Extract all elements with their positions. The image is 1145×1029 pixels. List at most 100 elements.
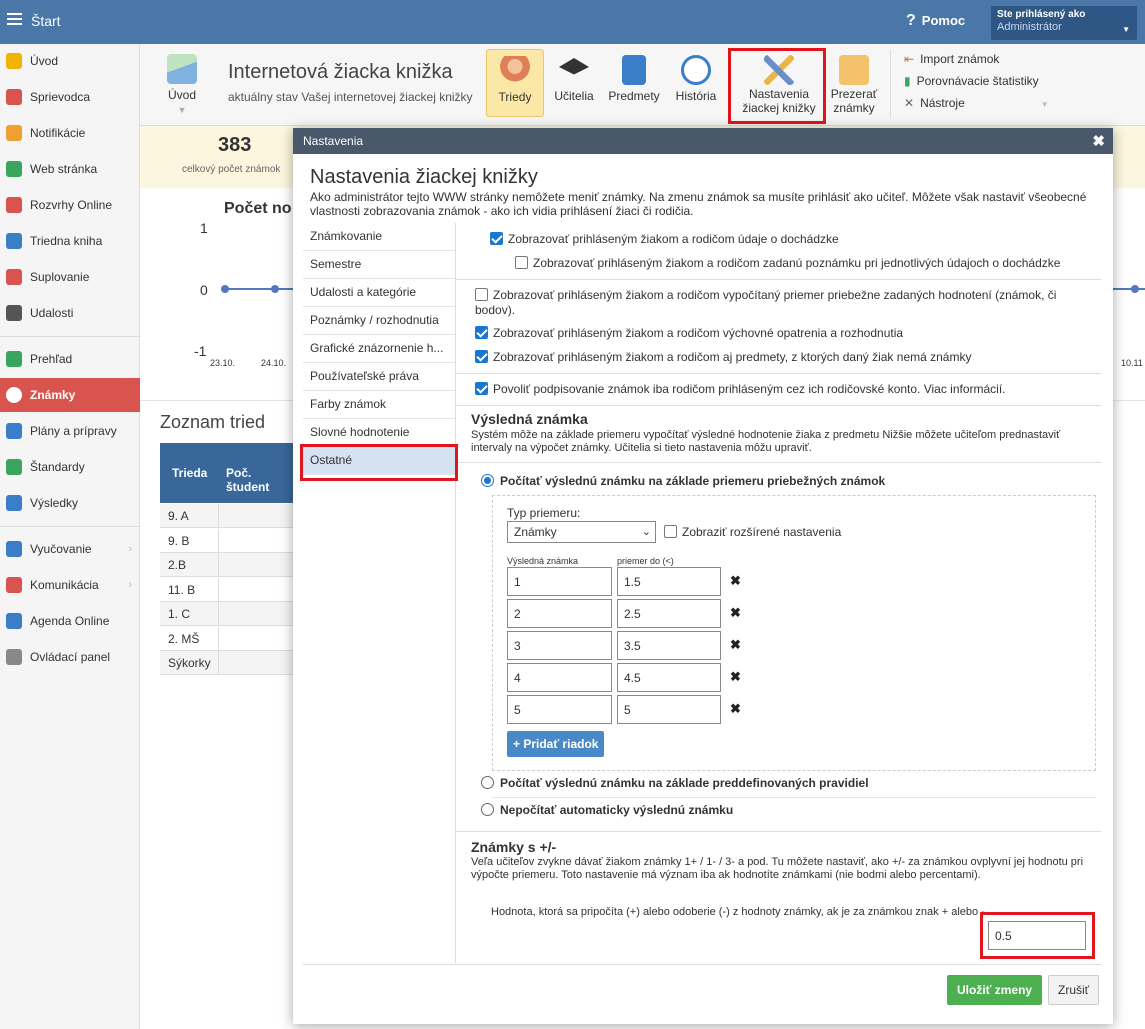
predmety-button[interactable]: Predmety — [606, 55, 662, 103]
help-link[interactable]: ? Pomoc — [906, 12, 965, 30]
settings-nav-item[interactable]: Používateľské práva — [303, 363, 456, 391]
save-button[interactable]: Uložiť zmeny — [947, 975, 1043, 1005]
sidebar-item[interactable]: Rozvrhy Online — [0, 188, 140, 222]
average-threshold-input[interactable]: 2.5 — [617, 599, 721, 628]
sidebar-item[interactable]: Triedna kniha — [0, 224, 140, 258]
checkbox[interactable] — [475, 382, 488, 395]
settings-nav-item[interactable]: Udalosti a kategórie — [303, 279, 456, 307]
checkbox[interactable] — [475, 288, 488, 301]
sidebar-item[interactable]: Agenda Online — [0, 604, 140, 638]
cb-poznamka[interactable]: Zobrazovať prihláseným žiakom a rodičom … — [515, 256, 1060, 271]
help-icon: ? — [906, 12, 916, 29]
remove-row-icon[interactable]: ✖ — [730, 701, 741, 717]
radio-priemer[interactable]: Počítať výslednú známku na základe priem… — [481, 474, 885, 489]
import-znamok-link[interactable]: ⇤ Import známok — [904, 52, 999, 66]
nastroje-link[interactable]: ✕ Nástroje ▼ — [904, 96, 1049, 110]
remove-row-icon[interactable]: ✖ — [730, 669, 741, 685]
sidebar-item[interactable]: Suplovanie — [0, 260, 140, 294]
sidebar-item[interactable]: Ovládací panel — [0, 640, 140, 674]
user-label: Ste prihlásený ako — [997, 9, 1086, 20]
add-row-button[interactable]: + Pridať riadok — [507, 731, 605, 757]
sidebar-item[interactable]: Vyučovanie › — [0, 532, 140, 566]
cb-opatrenia[interactable]: Zobrazovať prihláseným žiakom a rodičom … — [475, 326, 903, 341]
average-threshold-input[interactable]: 1.5 — [617, 567, 721, 596]
menu-icon[interactable] — [7, 13, 22, 25]
remove-row-icon[interactable]: ✖ — [730, 605, 741, 621]
divider — [303, 964, 1101, 965]
home-button[interactable]: Úvod ▼ — [162, 54, 202, 116]
cancel-button[interactable]: Zrušiť — [1048, 975, 1100, 1005]
sidebar-item[interactable]: Sprievodca — [0, 80, 140, 114]
close-icon[interactable]: ✖ — [1092, 132, 1105, 150]
cb-predmety[interactable]: Zobrazovať prihláseným žiakom a rodičom … — [475, 350, 971, 365]
settings-dialog: Nastavenia ✖ Nastavenia žiackej knižky A… — [293, 128, 1113, 1024]
table-row[interactable]: 11. B — [160, 577, 293, 602]
table-row[interactable]: 2.B — [160, 553, 293, 577]
sidebar-item[interactable]: Komunikácia › — [0, 568, 140, 602]
grade-input[interactable]: 5 — [507, 695, 612, 724]
radio[interactable] — [481, 803, 494, 816]
sidebar-item[interactable]: Prehľad — [0, 342, 140, 376]
sidebar-item[interactable]: Web stránka — [0, 152, 140, 186]
sidebar-item[interactable]: Notifikácie — [0, 116, 140, 150]
cb-podpisovanie[interactable]: Povoliť podpisovanie známok iba rodičom … — [475, 382, 1006, 397]
checkbox[interactable] — [490, 232, 503, 245]
table-row[interactable]: 2. MŠ — [160, 626, 293, 651]
checkbox[interactable] — [515, 256, 528, 269]
typ-priemeru-select[interactable]: Známky ⌄ — [507, 521, 656, 543]
grade-input[interactable]: 1 — [507, 567, 612, 596]
start-link[interactable]: Štart — [31, 13, 61, 29]
settings-nav-item[interactable]: Semestre — [303, 251, 456, 279]
cb-rozsirene[interactable]: Zobraziť rozšírené nastavenia — [664, 525, 841, 540]
sidebar-item[interactable]: Udalosti — [0, 296, 140, 330]
divider — [218, 651, 219, 675]
settings-nav-item[interactable]: Známkovanie — [303, 223, 456, 251]
sidebar-icon — [6, 161, 22, 177]
remove-row-icon[interactable]: ✖ — [730, 573, 741, 589]
table-row[interactable]: 1. C — [160, 602, 293, 626]
settings-nav-item[interactable]: Poznámky / rozhodnutia — [303, 307, 456, 335]
class-name: Sýkorky — [168, 656, 211, 670]
average-threshold-input[interactable]: 3.5 — [617, 631, 721, 660]
divider — [456, 405, 1101, 406]
checkbox[interactable] — [475, 350, 488, 363]
divider — [492, 797, 1096, 798]
sidebar-icon — [6, 459, 22, 475]
students-icon — [500, 56, 530, 86]
average-threshold-input[interactable]: 4.5 — [617, 663, 721, 692]
sidebar-item[interactable]: Štandardy — [0, 450, 140, 484]
radio[interactable] — [481, 474, 494, 487]
sidebar-item[interactable]: Výsledky — [0, 486, 140, 520]
radio[interactable] — [481, 776, 494, 789]
settings-nav-item[interactable]: Slovné hodnotenie — [303, 419, 456, 447]
settings-nav-item[interactable]: Farby známok — [303, 391, 456, 419]
cb-dochadzka[interactable]: Zobrazovať prihláseným žiakom a rodičom … — [490, 232, 839, 247]
radio-pravidla[interactable]: Počítať výslednú známku na základe predd… — [481, 776, 869, 791]
sidebar-item[interactable]: Úvod — [0, 44, 140, 78]
chart-point — [271, 285, 279, 293]
user-menu[interactable]: Ste prihlásený ako Administrátor ▼ — [991, 6, 1137, 40]
grade-input[interactable]: 3 — [507, 631, 612, 660]
table-row[interactable]: 9. A — [160, 504, 293, 528]
grade-input[interactable]: 4 — [507, 663, 612, 692]
checkbox[interactable] — [664, 525, 677, 538]
table-row[interactable]: 9. B — [160, 528, 293, 553]
cb-priemer[interactable]: Zobrazovať prihláseným žiakom a rodičom … — [475, 288, 1085, 318]
x-tick: 23.10. — [210, 358, 236, 368]
checkbox[interactable] — [475, 326, 488, 339]
average-threshold-input[interactable]: 5 — [617, 695, 721, 724]
remove-row-icon[interactable]: ✖ — [730, 637, 741, 653]
chevron-down-icon: ▼ — [1040, 100, 1049, 109]
ucitelia-button[interactable]: Učitelia — [550, 55, 598, 103]
triedy-button[interactable]: Triedy — [486, 49, 544, 117]
sidebar-item[interactable]: Známky — [0, 378, 140, 412]
radio-nepocitat[interactable]: Nepočítať automaticky výslednú známku — [481, 803, 733, 818]
sidebar-item[interactable]: Plány a prípravy — [0, 414, 140, 448]
grade-input[interactable]: 2 — [507, 599, 612, 628]
porovnavacie-link[interactable]: ▮ Porovnávacie štatistiky — [904, 74, 1039, 88]
prezerat-znamky-button[interactable]: Prezerať známky — [828, 55, 880, 115]
historia-button[interactable]: História — [672, 55, 720, 103]
divider — [218, 528, 219, 553]
settings-nav-item[interactable]: Grafické znázornenie h... — [303, 335, 456, 363]
table-row[interactable]: Sýkorky — [160, 651, 293, 675]
